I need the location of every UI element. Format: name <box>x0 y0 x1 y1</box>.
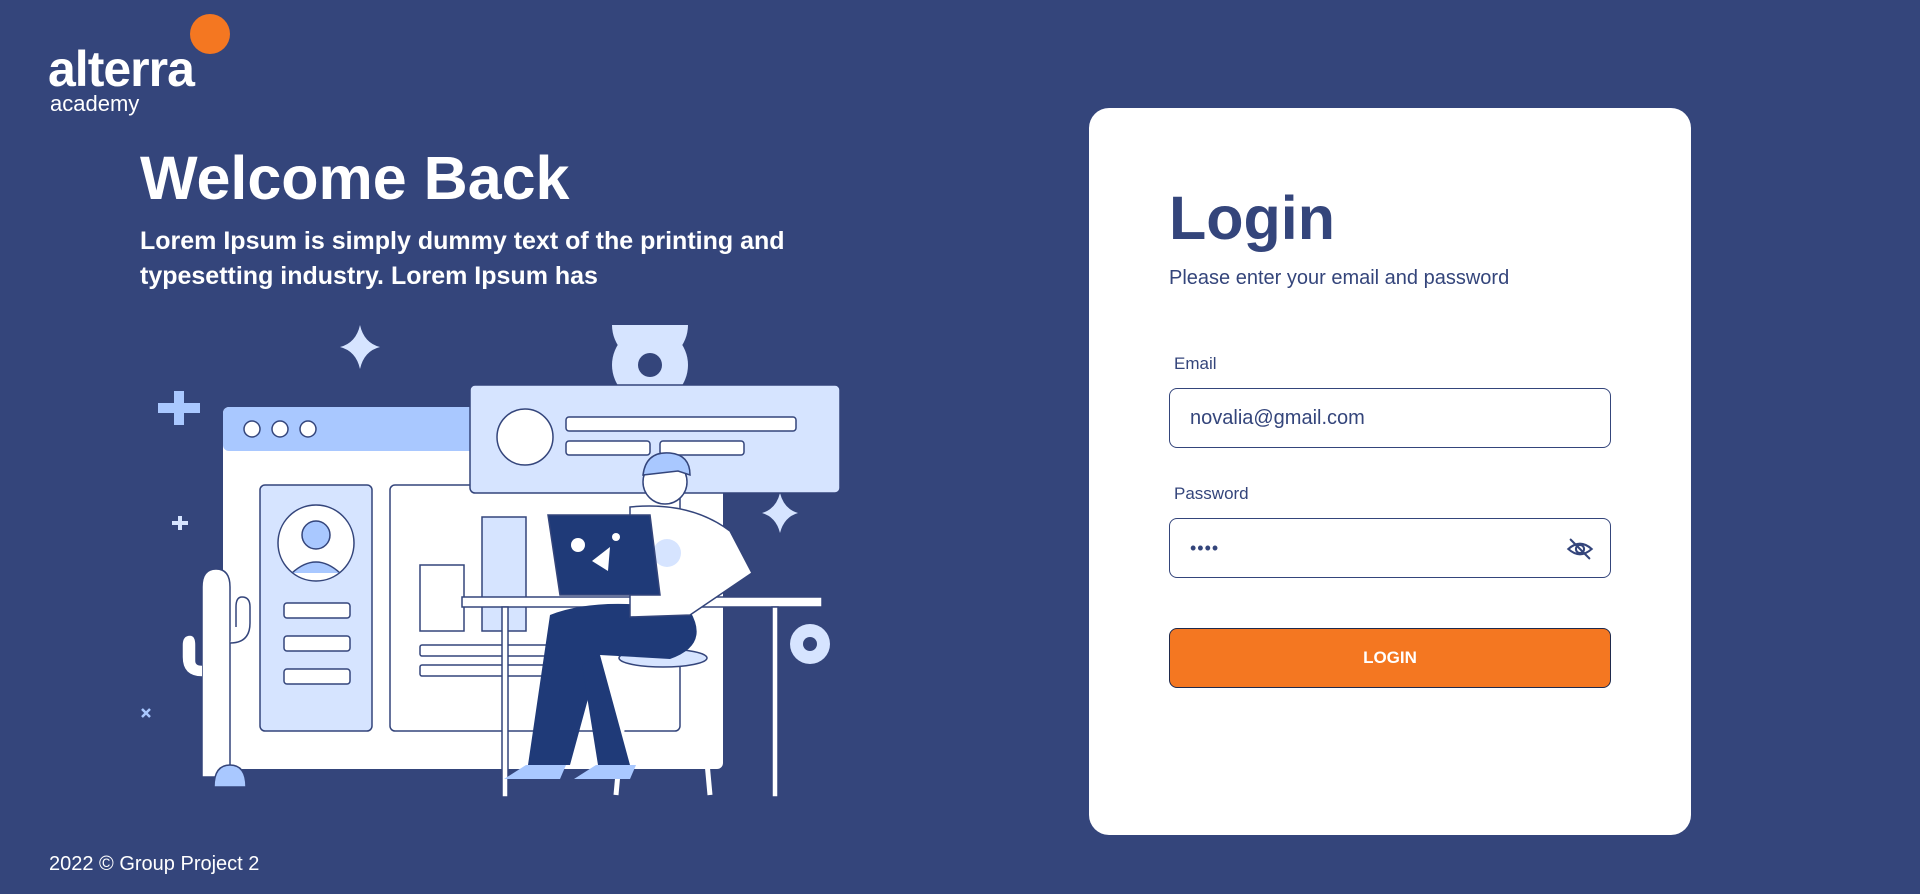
brand-logo: alterra academy <box>48 14 248 115</box>
plus-icon <box>172 516 188 530</box>
login-button[interactable]: LOGIN <box>1169 628 1611 688</box>
email-value: novalia@gmail.com <box>1190 406 1365 429</box>
footer-text: 2022 © Group Project 2 <box>49 853 260 875</box>
email-label: Email <box>1174 354 1217 373</box>
sparkle-icon <box>762 493 798 533</box>
password-value: •••• <box>1190 537 1220 558</box>
logo-subtext: academy <box>50 91 140 116</box>
sparkle-icon <box>340 325 380 369</box>
password-label: Password <box>1174 484 1249 503</box>
logo-wordmark: alterra <box>48 41 195 97</box>
hero-subtitle: Lorem Ipsum is simply dummy text of the … <box>140 227 785 290</box>
workspace-illustration <box>141 325 841 798</box>
cross-icon <box>141 708 151 718</box>
login-subtitle: Please enter your email and password <box>1169 267 1510 289</box>
login-title: Login <box>1169 184 1335 252</box>
password-field[interactable]: •••• <box>1169 518 1611 578</box>
hero-title: Welcome Back <box>140 144 570 212</box>
login-card: Login Please enter your email and passwo… <box>1089 108 1691 835</box>
email-field[interactable]: novalia@gmail.com <box>1169 388 1611 448</box>
eye-off-icon[interactable] <box>1566 535 1594 563</box>
plus-icon <box>158 391 200 425</box>
logo-dot <box>190 14 230 54</box>
